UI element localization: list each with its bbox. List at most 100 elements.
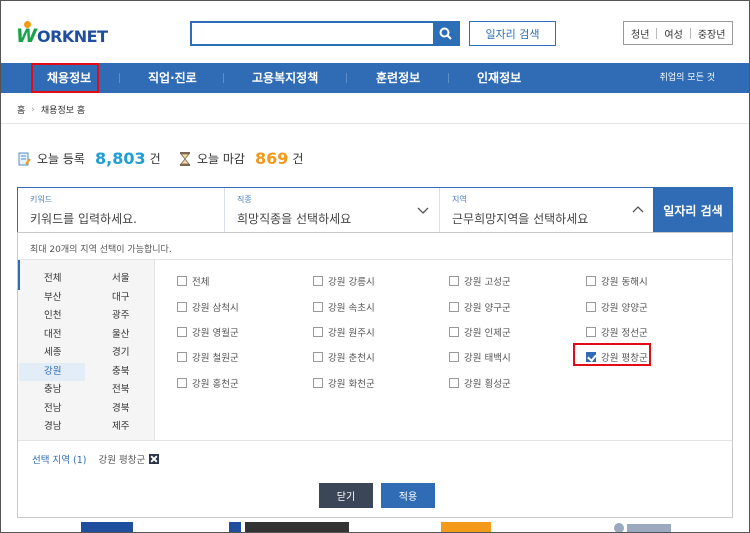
partner-logos-strip bbox=[1, 518, 749, 532]
region-item[interactable]: 경기 bbox=[112, 344, 129, 362]
checkbox-icon[interactable] bbox=[449, 352, 459, 362]
top-search bbox=[190, 21, 460, 46]
subregion-checkbox[interactable]: 강원 횡성군 bbox=[449, 376, 511, 390]
checkbox-icon[interactable] bbox=[313, 302, 323, 312]
selected-regions-label: 선택 지역 (1) bbox=[32, 455, 87, 466]
apply-button[interactable]: 적용 bbox=[381, 483, 435, 508]
breadcrumb: 홈 › 채용정보 홈 bbox=[17, 103, 85, 117]
search-input[interactable] bbox=[192, 23, 436, 44]
region-item[interactable]: 부산 bbox=[44, 289, 61, 307]
keyword-field[interactable]: 키워드 키워드를 입력하세요. bbox=[18, 188, 224, 232]
subregion-checkbox[interactable]: 강원 삼척시 bbox=[177, 300, 239, 314]
region-item[interactable]: 전남 bbox=[44, 400, 61, 418]
partner-logo bbox=[614, 523, 671, 532]
checkbox-icon[interactable] bbox=[586, 302, 596, 312]
checkbox-icon[interactable] bbox=[586, 327, 596, 337]
job-type-select[interactable]: 직종 희망직종을 선택하세요 bbox=[225, 188, 439, 232]
checkbox-icon[interactable] bbox=[586, 276, 596, 286]
region-item[interactable]: 광주 bbox=[112, 307, 129, 325]
subregion-checkbox[interactable]: 강원 영월군 bbox=[177, 325, 239, 339]
job-type-label: 직종 bbox=[237, 195, 252, 204]
tab-women[interactable]: 여성 bbox=[657, 26, 689, 41]
checkbox-icon[interactable] bbox=[449, 327, 459, 337]
nav-all-link[interactable]: 취업의 모든 것 bbox=[660, 63, 715, 93]
region-item[interactable]: 서울 bbox=[112, 270, 129, 288]
subregion-checkbox[interactable]: 강원 양양군 bbox=[586, 300, 648, 314]
subregion-label: 강원 삼척시 bbox=[192, 303, 239, 314]
checkbox-icon[interactable] bbox=[313, 352, 323, 362]
region-item[interactable]: 인천 bbox=[44, 307, 61, 325]
region-item[interactable]: 경북 bbox=[112, 400, 129, 418]
nav-item-training[interactable]: 훈련정보 bbox=[376, 63, 420, 93]
checkbox-icon[interactable] bbox=[449, 302, 459, 312]
checkbox-icon[interactable] bbox=[177, 378, 187, 388]
checkbox-icon[interactable] bbox=[313, 327, 323, 337]
region-item[interactable]: 대전 bbox=[44, 326, 61, 344]
region-item[interactable]: 강원 bbox=[19, 362, 85, 381]
close-button[interactable]: 닫기 bbox=[319, 483, 373, 508]
partner-logo bbox=[441, 522, 491, 532]
region-item[interactable]: 전체 bbox=[44, 270, 61, 288]
checkbox-icon[interactable] bbox=[449, 276, 459, 286]
region-item[interactable]: 전북 bbox=[112, 381, 129, 399]
checkbox-icon[interactable] bbox=[177, 327, 187, 337]
subregion-checkbox[interactable]: 전체 bbox=[177, 274, 209, 288]
checkbox-icon[interactable] bbox=[177, 302, 187, 312]
subregion-checkbox[interactable]: 강원 원주시 bbox=[313, 325, 375, 339]
checkbox-icon[interactable] bbox=[313, 276, 323, 286]
region-item[interactable]: 대구 bbox=[112, 289, 129, 307]
chevron-up-icon bbox=[632, 206, 644, 213]
partner-logo bbox=[81, 522, 133, 532]
breadcrumb-home[interactable]: 홈 bbox=[17, 103, 25, 116]
today-registered-unit: 건 bbox=[149, 152, 161, 166]
subregion-label: 강원 양구군 bbox=[464, 303, 511, 314]
search-button[interactable] bbox=[433, 21, 458, 46]
subregion-label: 강원 인제군 bbox=[464, 328, 511, 339]
checkbox-icon[interactable] bbox=[177, 276, 187, 286]
region-item[interactable]: 울산 bbox=[112, 326, 129, 344]
subregion-checkbox[interactable]: 강원 동해시 bbox=[586, 274, 648, 288]
chevron-down-icon bbox=[417, 207, 429, 214]
subregion-checkbox[interactable]: 강원 화천군 bbox=[313, 376, 375, 390]
subregion-checkbox[interactable]: 강원 태백시 bbox=[449, 350, 511, 364]
remove-tag-icon[interactable] bbox=[149, 454, 160, 464]
job-search-top-button[interactable]: 일자리 검색 bbox=[469, 21, 556, 46]
region-item[interactable]: 경남 bbox=[44, 418, 61, 436]
region-list-accent bbox=[18, 260, 20, 290]
subregion-checkbox[interactable]: 강원 정선군 bbox=[586, 325, 648, 339]
subregion-checkbox[interactable]: 강원 고성군 bbox=[449, 274, 511, 288]
worknet-logo[interactable]: W ORKNET bbox=[16, 21, 108, 48]
subregion-checkbox[interactable]: 강원 강릉시 bbox=[313, 274, 375, 288]
subregion-label: 강원 고성군 bbox=[464, 277, 511, 288]
region-item[interactable]: 충북 bbox=[112, 363, 129, 381]
checkbox-icon[interactable] bbox=[177, 352, 187, 362]
region-item[interactable]: 세종 bbox=[44, 344, 61, 362]
region-item[interactable]: 제주 bbox=[112, 418, 129, 436]
highlight-pyeongchang bbox=[573, 343, 651, 366]
subregion-label: 강원 영월군 bbox=[192, 328, 239, 339]
subregion-checkbox[interactable]: 강원 철원군 bbox=[177, 350, 239, 364]
today-closing-label: 오늘 마감 bbox=[197, 152, 245, 166]
tab-middle-aged[interactable]: 중장년 bbox=[691, 26, 733, 41]
subregion-checkbox[interactable]: 강원 홍천군 bbox=[177, 376, 239, 390]
subregion-checkbox[interactable]: 강원 인제군 bbox=[449, 325, 511, 339]
region-select[interactable]: 지역 근무희망지역을 선택하세요 bbox=[440, 188, 654, 232]
keyword-label: 키워드 bbox=[30, 195, 53, 204]
region-item[interactable]: 충남 bbox=[44, 381, 61, 399]
subregion-checkbox[interactable]: 강원 속초시 bbox=[313, 300, 375, 314]
nav-item-talent[interactable]: 인재정보 bbox=[477, 63, 521, 93]
job-search-submit-button[interactable]: 일자리 검색 bbox=[653, 187, 733, 233]
tab-youth[interactable]: 청년 bbox=[624, 26, 656, 41]
job-search-form: 키워드 키워드를 입력하세요. 직종 희망직종을 선택하세요 지역 근무희망지역… bbox=[17, 187, 733, 233]
checkbox-icon[interactable] bbox=[313, 378, 323, 388]
subregion-checkbox[interactable]: 강원 양구군 bbox=[449, 300, 511, 314]
subregion-label: 강원 양양군 bbox=[601, 303, 648, 314]
nav-item-welfare-policy[interactable]: 고용복지정책 bbox=[252, 63, 318, 93]
subregion-checkbox[interactable]: 강원 춘천시 bbox=[313, 350, 375, 364]
nav-item-career[interactable]: 직업·진로 bbox=[148, 63, 197, 93]
chevron-right-icon: › bbox=[31, 104, 35, 115]
checkbox-icon[interactable] bbox=[449, 378, 459, 388]
nav-divider bbox=[223, 73, 224, 83]
search-icon bbox=[439, 27, 452, 40]
keyword-input[interactable]: 키워드를 입력하세요. bbox=[30, 210, 137, 227]
